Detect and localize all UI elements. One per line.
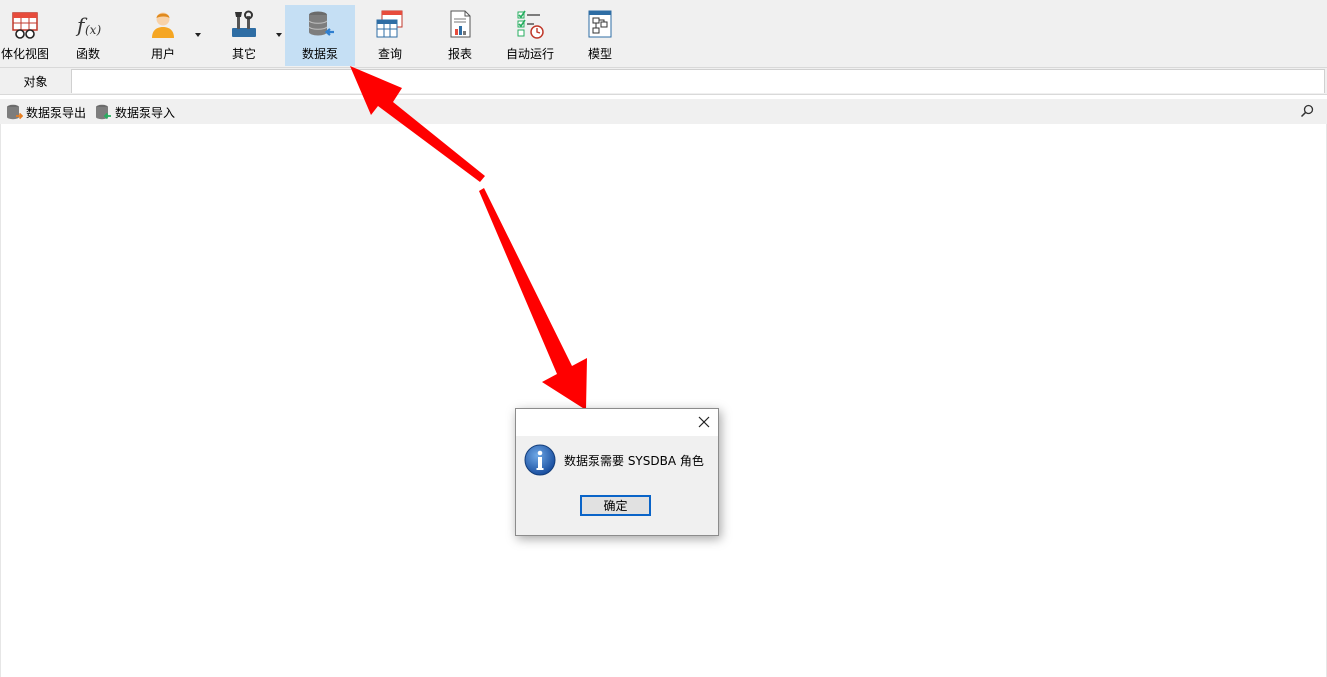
ribbon-toolbar: 体化视图 f (x) 函数 用户 其它 数据泵 查询 报表 自动运行 模型 (0, 0, 1327, 68)
model-icon (588, 10, 612, 38)
tab-objects[interactable]: 对象 (0, 68, 71, 94)
data-pump-icon (308, 11, 334, 36)
svg-text:(x): (x) (85, 23, 101, 37)
automation-icon (517, 10, 544, 39)
toolbar-button-report[interactable]: 报表 (434, 5, 486, 66)
ok-button-label: 确定 (603, 499, 628, 513)
toolbar-label: 体化视图 (0, 47, 49, 61)
toolbar-label: 自动运行 (505, 47, 554, 61)
data-pump-import-button[interactable]: 数据泵导入 (94, 102, 175, 122)
toolbar-button-query[interactable]: 查询 (364, 5, 416, 66)
info-icon (524, 444, 556, 476)
other-dropdown-arrow-icon[interactable] (276, 33, 282, 37)
user-dropdown-arrow-icon[interactable] (195, 33, 201, 37)
ok-button[interactable]: 确定 (580, 495, 651, 516)
report-icon (450, 10, 471, 38)
toolbar-label: 函数 (75, 47, 100, 61)
data-pump-import-label: 数据泵导入 (115, 105, 176, 120)
user-icon (152, 12, 174, 38)
toolbar-label: 模型 (587, 47, 612, 61)
toolbar-label: 报表 (447, 47, 472, 61)
dialog-message: 数据泵需要 SYSDBA 角色 (564, 454, 704, 468)
toolbar-label: 查询 (377, 47, 402, 61)
toolbar-button-other[interactable]: 其它 (218, 5, 270, 66)
function-icon: f (x) (75, 13, 101, 37)
tools-icon (232, 10, 256, 37)
toolbar-button-user[interactable]: 用户 (137, 5, 189, 66)
toolbar-button-automation[interactable]: 自动运行 (502, 5, 558, 66)
data-pump-import-icon (96, 104, 111, 120)
toolbar-button-materialized-view[interactable]: 体化视图 (0, 5, 50, 66)
search-icon[interactable] (1299, 103, 1315, 119)
tab-content-area[interactable] (71, 69, 1325, 93)
toolbar-label: 用户 (150, 47, 175, 61)
object-tab-bar: 对象 (0, 68, 1327, 95)
data-pump-export-label: 数据泵导出 (26, 105, 87, 120)
toolbar-label: 其它 (231, 47, 256, 61)
message-dialog: 数据泵需要 SYSDBA 角色 确定 (515, 408, 719, 536)
object-list-area (0, 124, 1327, 677)
toolbar-button-data-pump[interactable]: 数据泵 (285, 5, 355, 66)
toolbar-label: 数据泵 (301, 47, 338, 61)
toolbar-button-model[interactable]: 模型 (574, 5, 626, 66)
data-pump-export-icon (7, 104, 23, 120)
dialog-title-bar (516, 409, 718, 436)
query-icon (376, 10, 403, 38)
close-icon[interactable] (696, 414, 712, 430)
data-pump-export-button[interactable]: 数据泵导出 (5, 102, 86, 122)
toolbar-button-function[interactable]: f (x) 函数 (63, 5, 113, 66)
tab-objects-label: 对象 (23, 74, 48, 89)
object-toolbar: 数据泵导出 数据泵导入 (0, 99, 1327, 124)
materialized-view-icon (12, 12, 38, 39)
